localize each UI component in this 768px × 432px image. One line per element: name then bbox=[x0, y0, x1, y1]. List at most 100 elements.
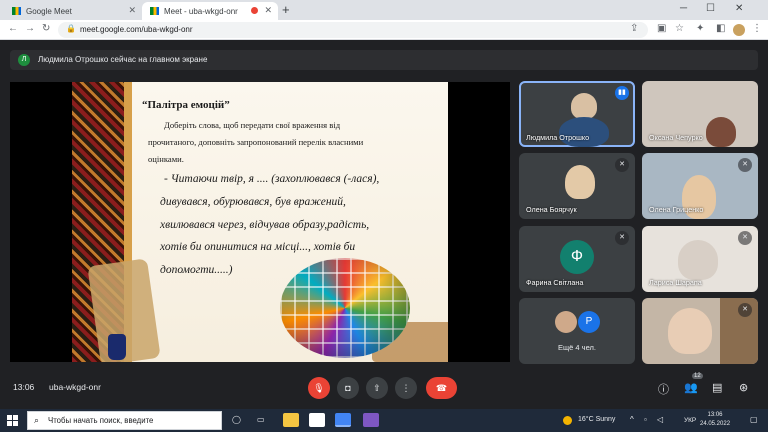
tab-title: Meet - uba-wkgd-onr bbox=[164, 6, 238, 16]
presenter-avatar: Л bbox=[18, 54, 30, 66]
meeting-details-icon[interactable]: ⓘ bbox=[658, 381, 669, 397]
participant-name: Оксана Чепурко bbox=[649, 133, 703, 142]
self-view-tile[interactable]: ✕ bbox=[642, 298, 758, 364]
new-tab-icon[interactable]: + bbox=[282, 2, 290, 17]
more-participants-tile[interactable]: Р Ещё 4 чел. bbox=[519, 298, 635, 364]
share-icon[interactable]: ⇪ bbox=[630, 23, 638, 34]
tab-close-icon[interactable]: ✕ bbox=[264, 5, 272, 16]
tab-close-icon[interactable]: ✕ bbox=[128, 5, 136, 16]
maximize-icon[interactable]: ☐ bbox=[706, 3, 715, 14]
slide-text-line: хвилювався через, відчував образу,радіст… bbox=[160, 219, 370, 231]
widgets-icon[interactable]: ▭ bbox=[257, 415, 265, 424]
participant-tile[interactable]: Оксана Чепурко bbox=[642, 81, 758, 147]
slide-text-line: хотів би опинитися на місці..., хотів би bbox=[160, 241, 356, 253]
meeting-controls-bar: 13:06 uba-wkgd-onr 🎙 ◘ ⇧ ⋮ ☎ ⓘ 👥 12 ▤ ⊛ bbox=[0, 372, 768, 402]
participant-mini-avatar bbox=[555, 311, 577, 333]
participant-video bbox=[571, 93, 597, 119]
tray-chevron-icon[interactable]: ^ bbox=[630, 415, 634, 424]
participant-name: Фарина Світлана bbox=[526, 278, 584, 287]
mic-muted-icon: ✕ bbox=[615, 231, 629, 245]
notifications-icon[interactable]: ▢ bbox=[750, 415, 758, 424]
participant-video-body bbox=[559, 117, 609, 147]
meeting-clock: 13:06 bbox=[13, 382, 35, 392]
slide-title: “Палітра емоцій” bbox=[142, 99, 230, 111]
search-placeholder: Чтобы начать поиск, введите bbox=[48, 416, 154, 425]
reload-icon[interactable]: ↻ bbox=[42, 23, 50, 34]
self-video bbox=[668, 308, 712, 354]
present-screen-button[interactable]: ⇧ bbox=[366, 377, 388, 399]
back-icon[interactable]: ← bbox=[8, 23, 18, 34]
recording-dot-icon bbox=[251, 7, 258, 14]
participant-video bbox=[678, 240, 718, 280]
viber-icon[interactable] bbox=[363, 413, 379, 427]
participant-mini-avatar: Р bbox=[578, 311, 600, 333]
tab-meet-call[interactable]: Meet - uba-wkgd-onr ✕ bbox=[142, 2, 278, 20]
speaking-indicator-icon: ▮▮ bbox=[615, 86, 629, 100]
meeting-code: uba-wkgd-onr bbox=[49, 382, 101, 392]
sidepanel-icon[interactable]: ◧ bbox=[716, 23, 725, 34]
mic-off-button[interactable]: 🎙 bbox=[308, 377, 330, 399]
participant-tile[interactable]: Ф ✕ Фарина Світлана bbox=[519, 226, 635, 292]
participant-tile[interactable]: ✕ Лариса Шарапа bbox=[642, 226, 758, 292]
windows-start-icon[interactable] bbox=[7, 415, 18, 426]
file-explorer-icon[interactable] bbox=[283, 413, 299, 427]
presenting-text: Людмила Отрошко сейчас на главном экране bbox=[38, 55, 208, 64]
presentation-stage: “Палітра емоцій” Доберіть слова, щоб пер… bbox=[10, 82, 510, 362]
participant-tile[interactable]: ✕ Олена Гриценко bbox=[642, 153, 758, 219]
mic-muted-icon: ✕ bbox=[615, 158, 629, 172]
participant-name: Лариса Шарапа bbox=[649, 278, 702, 287]
forward-icon[interactable]: → bbox=[25, 23, 35, 34]
shared-slide: “Палітра емоцій” Доберіть слова, щоб пер… bbox=[72, 82, 448, 362]
taskbar-clock[interactable]: 13:06 24.05.2022 bbox=[700, 411, 730, 429]
minimize-icon[interactable]: ─ bbox=[680, 3, 687, 14]
slide-text-line: дивувався, обурювався, був вражений, bbox=[160, 196, 346, 208]
lock-icon: 🔒 bbox=[66, 24, 76, 33]
mic-muted-icon: ✕ bbox=[738, 303, 752, 317]
tab-title: Google Meet bbox=[26, 6, 72, 16]
menu-kebab-icon[interactable]: ⋮ bbox=[752, 23, 762, 34]
camera-button[interactable]: ◘ bbox=[337, 377, 359, 399]
more-options-button[interactable]: ⋮ bbox=[395, 377, 417, 399]
camera-indicator-icon[interactable]: ▣ bbox=[657, 23, 666, 34]
emoji-globe-image bbox=[280, 258, 410, 358]
people-icon[interactable]: 👥 bbox=[684, 381, 698, 394]
presenting-banner: Л Людмила Отрошко сейчас на главном экра… bbox=[10, 50, 758, 70]
extensions-icon[interactable]: ✦ bbox=[696, 23, 704, 34]
participant-name: Олена Боярчук bbox=[526, 205, 577, 214]
task-view-icon[interactable]: ◯ bbox=[232, 415, 241, 424]
browser-tab-bar: Google Meet ✕ Meet - uba-wkgd-onr ✕ + ─ … bbox=[0, 0, 768, 20]
slide-text-line: оцінками. bbox=[148, 154, 184, 164]
store-icon[interactable] bbox=[309, 413, 325, 427]
close-window-icon[interactable]: ✕ bbox=[735, 3, 743, 14]
taskbar-date: 24.05.2022 bbox=[700, 421, 731, 427]
weather-text: 16°C Sunny bbox=[578, 416, 616, 423]
mic-muted-icon: ✕ bbox=[738, 158, 752, 172]
mic-muted-icon: ✕ bbox=[738, 231, 752, 245]
participant-video bbox=[706, 117, 736, 147]
chrome-icon[interactable] bbox=[335, 413, 351, 427]
slide-text-line: Доберіть слова, щоб передати свої вражен… bbox=[164, 120, 341, 130]
url-input[interactable]: 🔒 meet.google.com/uba-wkgd-onr bbox=[58, 22, 648, 38]
participant-name: Людмила Отрошко bbox=[526, 133, 590, 142]
search-icon: ⌕ bbox=[34, 415, 40, 425]
network-icon[interactable]: ▫ bbox=[644, 415, 647, 424]
chat-icon[interactable]: ▤ bbox=[712, 381, 722, 394]
participant-tile[interactable]: ▮▮ Людмила Отрошко bbox=[519, 81, 635, 147]
taskbar-search-input[interactable]: ⌕ Чтобы начать поиск, введите bbox=[27, 411, 222, 430]
meet-favicon-icon bbox=[150, 7, 159, 15]
volume-icon[interactable]: ◁ bbox=[657, 415, 663, 424]
participant-name: Олена Гриценко bbox=[649, 205, 704, 214]
bookmark-star-icon[interactable]: ☆ bbox=[675, 23, 684, 34]
language-indicator[interactable]: УКР bbox=[684, 417, 696, 424]
leave-call-button[interactable]: ☎ bbox=[426, 377, 457, 399]
activities-icon[interactable]: ⊛ bbox=[739, 381, 748, 394]
tab-google-meet[interactable]: Google Meet ✕ bbox=[4, 2, 142, 20]
more-participants-label: Ещё 4 чел. bbox=[558, 343, 596, 352]
sun-weather-icon bbox=[563, 416, 572, 425]
participant-tile[interactable]: ✕ Олена Боярчук bbox=[519, 153, 635, 219]
windows-taskbar: ⌕ Чтобы начать поиск, введите ◯ ▭ 16°C S… bbox=[0, 409, 768, 432]
url-text: meet.google.com/uba-wkgd-onr bbox=[80, 25, 193, 34]
taskbar-time: 13:06 bbox=[707, 412, 723, 418]
participant-video bbox=[565, 165, 595, 199]
profile-avatar[interactable] bbox=[733, 24, 745, 36]
